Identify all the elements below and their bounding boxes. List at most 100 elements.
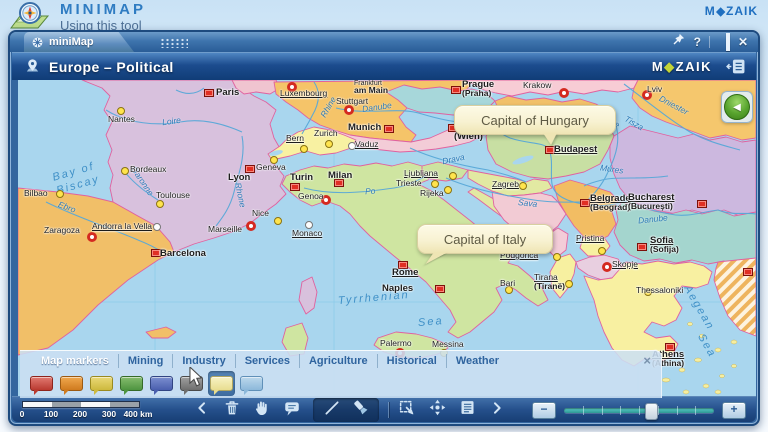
- city-name: Zaragoza: [44, 226, 80, 235]
- highlighter-icon: [351, 398, 370, 422]
- callout-text: Capital of Hungary: [481, 113, 589, 128]
- maximize-button[interactable]: [726, 32, 730, 52]
- back-button[interactable]: ◀: [721, 91, 753, 123]
- city-name: Messina: [432, 340, 464, 349]
- tool-line-tool-button[interactable]: [320, 399, 344, 421]
- maximize-icon: [726, 33, 730, 51]
- tab-services[interactable]: Services: [236, 354, 300, 368]
- zoom-slider-thumb[interactable]: [645, 403, 658, 420]
- zoom-out-button[interactable]: −: [532, 402, 556, 419]
- tab-mining[interactable]: Mining: [119, 354, 173, 368]
- city-name: Zurich: [314, 129, 338, 138]
- city-name: Lyon: [228, 173, 250, 182]
- river-label: Sava: [518, 197, 538, 209]
- city-label: Lyon: [228, 173, 250, 182]
- marker-swatch-red[interactable]: [28, 371, 55, 396]
- city-name: Monaco: [292, 229, 322, 238]
- tab-historical[interactable]: Historical: [378, 354, 447, 368]
- tool-hand-button[interactable]: [250, 399, 274, 421]
- sofia-marker: [637, 243, 647, 251]
- window-tab-minimap[interactable]: miniMap: [24, 32, 134, 52]
- chevron-left-icon: [195, 400, 209, 421]
- tool-comment-button[interactable]: [280, 399, 304, 421]
- nice-marker: [274, 217, 282, 225]
- city-subname: (Bucureşti): [628, 202, 674, 211]
- city-label: Munich: [348, 123, 381, 132]
- line-tool-icon: [323, 399, 341, 422]
- tab-weather[interactable]: Weather: [447, 354, 508, 368]
- tool-legend-button[interactable]: [455, 399, 479, 421]
- city-label: Skopje: [612, 260, 638, 269]
- city-name: Nice: [252, 209, 269, 218]
- pin-icon[interactable]: [671, 32, 686, 53]
- zoom-tick: [602, 406, 603, 415]
- marker-swatch-yellow[interactable]: [88, 371, 115, 396]
- tab-agriculture[interactable]: Agriculture: [300, 354, 378, 368]
- tool-pan-button[interactable]: [425, 399, 449, 421]
- callout-tail-icon: [543, 133, 558, 145]
- marker-swatch-lightblue[interactable]: [238, 371, 265, 396]
- zurich-marker: [325, 140, 333, 148]
- tab-industry[interactable]: Industry: [173, 354, 235, 368]
- panel-toggle-icon[interactable]: [726, 58, 746, 75]
- page-header: MINIMAP Using this tool M◆ZAIK: [0, 0, 768, 30]
- map-callout[interactable]: Capital of Italy: [417, 224, 553, 254]
- window-tab-label: miniMap: [49, 36, 94, 48]
- krakow-marker: [559, 88, 569, 98]
- close-button[interactable]: ✕: [738, 32, 748, 52]
- city-label: Bordeaux: [130, 165, 166, 174]
- comment-icon: [283, 399, 301, 422]
- select-region-icon: [398, 399, 416, 422]
- city-name: Zagreb: [492, 180, 519, 189]
- city-name: Krakow: [523, 81, 551, 90]
- city-subname: (Beograd): [590, 203, 631, 212]
- munich-marker: [384, 125, 394, 133]
- zaragoza-marker: [87, 232, 97, 242]
- zoom-slider-track[interactable]: [564, 408, 714, 413]
- marker-bubble-tail: [64, 389, 70, 395]
- mozaik-logo: M◆ZAIK: [705, 4, 758, 18]
- window-titlebar[interactable]: miniMap ? ✕: [10, 32, 758, 52]
- tool-chevron-right-button[interactable]: [485, 399, 509, 421]
- scale-label: 200: [73, 409, 87, 419]
- tool-highlighter-button[interactable]: [348, 399, 372, 421]
- sea-label: Sea: [418, 315, 445, 329]
- titlebar-grip[interactable]: [160, 38, 188, 48]
- city-label: Thessaloniki: [636, 286, 683, 295]
- andorra-la-vella-marker: [153, 223, 161, 231]
- zoom-tick: [658, 406, 659, 415]
- scale-label: 100: [44, 409, 58, 419]
- callout-text: Capital of Italy: [444, 232, 526, 247]
- skopje-marker: [602, 262, 612, 272]
- panel-close-icon[interactable]: ×: [643, 355, 651, 367]
- tool-trash-button[interactable]: [220, 399, 244, 421]
- mozaik-diamond-icon: ◆: [716, 4, 726, 17]
- marker-swatch-green[interactable]: [118, 371, 145, 396]
- marker-panel: Map markersMiningIndustryServicesAgricul…: [20, 350, 662, 398]
- city-label: Monaco: [292, 229, 322, 238]
- zoom-in-button[interactable]: +: [722, 402, 746, 419]
- scale-segment: [81, 402, 110, 407]
- city-label: Sofia(Sofija): [650, 236, 679, 254]
- tab-map-markers[interactable]: Map markers: [32, 354, 119, 368]
- map-callout[interactable]: Capital of Hungary: [454, 105, 616, 135]
- tool-chevron-left-button[interactable]: [190, 399, 214, 421]
- marker-swatch-orange[interactable]: [58, 371, 85, 396]
- tool-select-region-button[interactable]: [395, 399, 419, 421]
- map-canvas[interactable]: ParisNantesBordeauxLyonToulouseBilbaoZar…: [18, 80, 756, 400]
- city-label: Rome: [392, 268, 418, 277]
- marker-swatch-blue[interactable]: [148, 371, 175, 396]
- bottom-toolbar: 0100200300400 km − +: [12, 396, 756, 422]
- marker-bubble-tail: [214, 389, 220, 395]
- city-name: Geneva: [256, 163, 286, 172]
- help-button[interactable]: ?: [694, 32, 701, 52]
- city-name: Barcelona: [160, 249, 206, 258]
- city-name: Bari: [500, 279, 515, 288]
- marker-swatch-cream[interactable]: [208, 371, 235, 396]
- mozaik-diamond-icon: ◆: [664, 59, 676, 74]
- city-label: Milan: [328, 171, 352, 180]
- stuttgart-marker: [344, 105, 354, 115]
- city-name: Thessaloniki: [636, 286, 683, 295]
- city-label: Trieste: [396, 179, 422, 188]
- marseille-marker: [246, 221, 256, 231]
